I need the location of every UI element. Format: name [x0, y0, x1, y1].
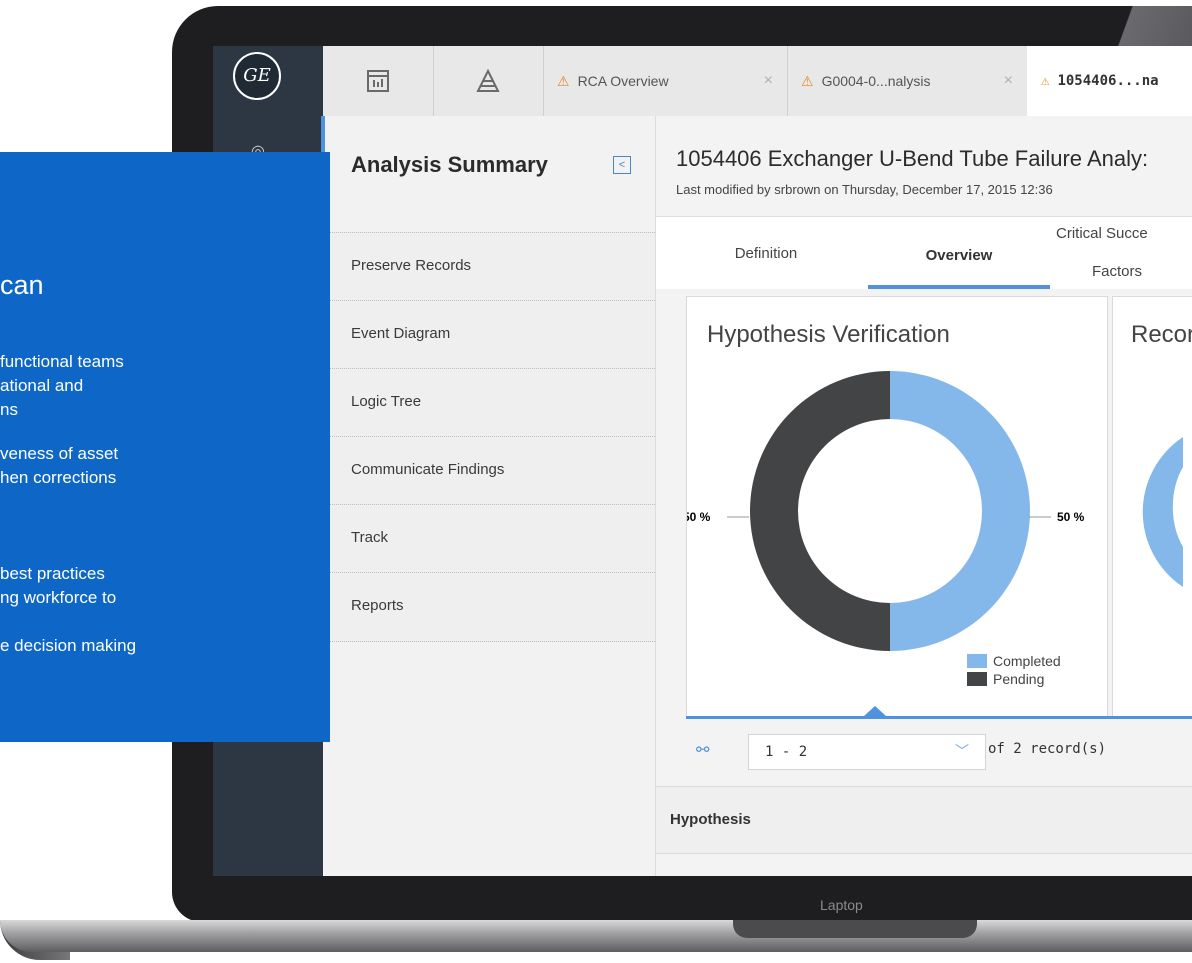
summary-item-logic-tree[interactable]: Logic Tree — [325, 368, 655, 437]
tab-label: 1054406...na — [1057, 73, 1159, 89]
active-card-caret — [864, 706, 886, 716]
rca-icon: ⚠ — [1041, 73, 1050, 89]
binoculars-icon[interactable]: ⚯ — [696, 740, 709, 760]
tab-strip: ⚠ RCA Overview × ⚠ G0004-0...nalysis × ⚠… — [323, 46, 1192, 117]
pyramid-icon-glyph — [476, 69, 500, 92]
legend-swatch — [967, 672, 987, 686]
completed-percent-label: 50 % — [1057, 510, 1085, 524]
laptop-base — [0, 920, 1192, 952]
summary-item-communicate-findings[interactable]: Communicate Findings — [325, 436, 655, 505]
dashboard-icon[interactable] — [323, 46, 434, 116]
donut-slice-completed[interactable] — [890, 371, 1030, 651]
active-tab-underline — [868, 285, 1050, 289]
donut-slice-pending[interactable] — [750, 371, 890, 651]
callout-line: functional teams — [0, 352, 124, 371]
summary-item-label: Reports — [351, 597, 404, 614]
last-modified-text: Last modified by srbrown on Thursday, De… — [676, 182, 1053, 197]
main-content: 1054406 Exchanger U-Bend Tube Failure An… — [656, 116, 1192, 876]
summary-item-label: Communicate Findings — [351, 461, 505, 478]
donut-slices — [750, 371, 1030, 651]
rca-icon: ⚠ — [557, 72, 570, 89]
tab-critical-success[interactable]: Critical Succe — [1056, 225, 1192, 245]
pyramid-icon[interactable] — [433, 46, 544, 116]
tab-definition[interactable]: Definition — [696, 245, 836, 265]
tab-g0004-analysis[interactable]: ⚠ G0004-0...nalysis × — [787, 46, 1028, 116]
chevron-down-icon: ﹀ — [955, 743, 969, 759]
tab-rca-overview[interactable]: ⚠ RCA Overview × — [543, 46, 788, 116]
analysis-subtabs: Definition Overview Critical Succe Facto… — [656, 216, 1192, 289]
summary-title: Analysis Summary — [351, 152, 548, 177]
callout-line: ng workforce to — [0, 588, 117, 607]
hypothesis-verification-card: Hypothesis Verification 50 % 50 % Comple… — [686, 296, 1108, 718]
record-count: of 2 record(s) — [988, 741, 1107, 757]
callout-heading: can — [0, 270, 44, 300]
laptop-label: Laptop — [820, 897, 863, 913]
page-title: 1054406 Exchanger U-Bend Tube Failure An… — [676, 146, 1149, 171]
summary-item-label: Logic Tree — [351, 393, 422, 410]
summary-item-track[interactable]: Track — [325, 504, 655, 573]
ge-logo: GE — [233, 52, 281, 100]
summary-item-label: Event Diagram — [351, 325, 451, 342]
callout-line: hen corrections — [0, 468, 117, 487]
records-slice — [1142, 437, 1183, 587]
tab-factors[interactable]: Factors — [1092, 263, 1192, 283]
range-select[interactable]: 1 - 2 ﹀ — [748, 734, 986, 770]
table-header-row: Hypothesis — [656, 786, 1192, 854]
dashboard-icon-glyph — [367, 70, 389, 92]
column-header-hypothesis[interactable]: Hypothesis — [670, 811, 751, 828]
close-icon[interactable]: × — [764, 72, 773, 90]
summary-item-reports[interactable]: Reports — [325, 572, 655, 642]
tab-label: RCA Overview — [577, 73, 669, 89]
chart-legend: Completed Pending — [967, 652, 1061, 688]
summary-item-preserve-records[interactable]: Preserve Records — [325, 232, 655, 301]
legend-swatch — [967, 654, 987, 668]
callout-line: best practices — [0, 564, 105, 583]
legend-item-pending: Pending — [967, 670, 1061, 688]
callout-line: veness of asset — [0, 444, 119, 463]
cards-divider — [686, 716, 1192, 719]
feature-callout-panel: can functional teams ational and ns vene… — [0, 152, 330, 742]
legend-label: Completed — [993, 653, 1061, 669]
collapse-button[interactable]: < — [613, 156, 631, 174]
bezel-glare — [1100, 6, 1192, 48]
close-icon[interactable]: × — [1004, 72, 1013, 90]
app-screen: GE ◎ ⚠ RCA Overview × ⚠ — [213, 46, 1192, 876]
range-value: 1 - 2 — [765, 744, 808, 760]
rca-icon: ⚠ — [801, 72, 814, 89]
tab-label: G0004-0...nalysis — [821, 73, 931, 89]
analysis-summary-panel: Analysis Summary < Preserve Records Even… — [325, 116, 656, 876]
pager: ⚯ 1 - 2 ﹀ of 2 record(s) — [686, 728, 1192, 778]
records-card: Recor — [1112, 296, 1192, 718]
summary-item-label: Preserve Records — [351, 257, 472, 274]
records-chart-partial — [1142, 437, 1183, 587]
laptop-notch — [733, 920, 977, 938]
summary-item-event-diagram[interactable]: Event Diagram — [325, 300, 655, 369]
pending-percent-label: 50 % — [687, 510, 711, 524]
legend-item-completed: Completed — [967, 652, 1061, 670]
callout-line: ns — [0, 400, 18, 419]
callout-line: ational and — [0, 376, 84, 395]
summary-item-label: Track — [351, 529, 388, 546]
tab-overview[interactable]: Overview — [868, 247, 1050, 267]
legend-label: Pending — [993, 671, 1045, 687]
tab-1054406-analysis[interactable]: ⚠ 1054406...na — [1027, 46, 1192, 116]
callout-line: e decision making — [0, 636, 137, 655]
